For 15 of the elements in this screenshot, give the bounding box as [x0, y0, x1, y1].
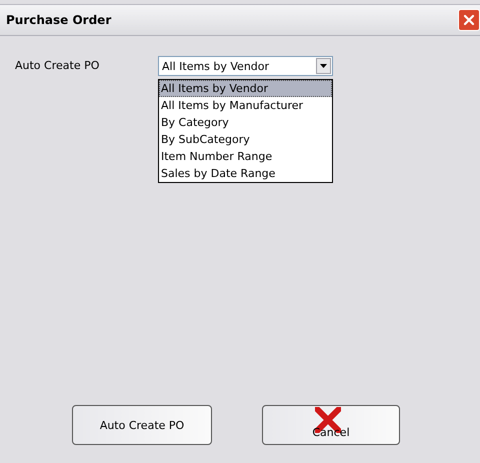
dropdown-field[interactable]: All Items by Vendor [158, 56, 333, 76]
dropdown-option[interactable]: By SubCategory [159, 131, 332, 148]
dropdown-option[interactable]: Sales by Date Range [159, 165, 332, 182]
dropdown-option[interactable]: All Items by Manufacturer [159, 97, 332, 114]
window-title: Purchase Order [6, 13, 112, 27]
dropdown-option[interactable]: Item Number Range [159, 148, 332, 165]
caret-icon [320, 64, 327, 68]
close-icon [462, 13, 476, 27]
dropdown-option[interactable]: All Items by Vendor [159, 80, 332, 97]
field-label: Auto Create PO [15, 58, 100, 74]
action-button[interactable]: Auto Create PO [72, 405, 212, 445]
dropdown-arrow-button[interactable] [316, 58, 331, 74]
cancel-button[interactable]: Cancel [262, 405, 400, 445]
dropdown-option[interactable]: By Category [159, 114, 332, 131]
close-button[interactable] [458, 9, 480, 31]
